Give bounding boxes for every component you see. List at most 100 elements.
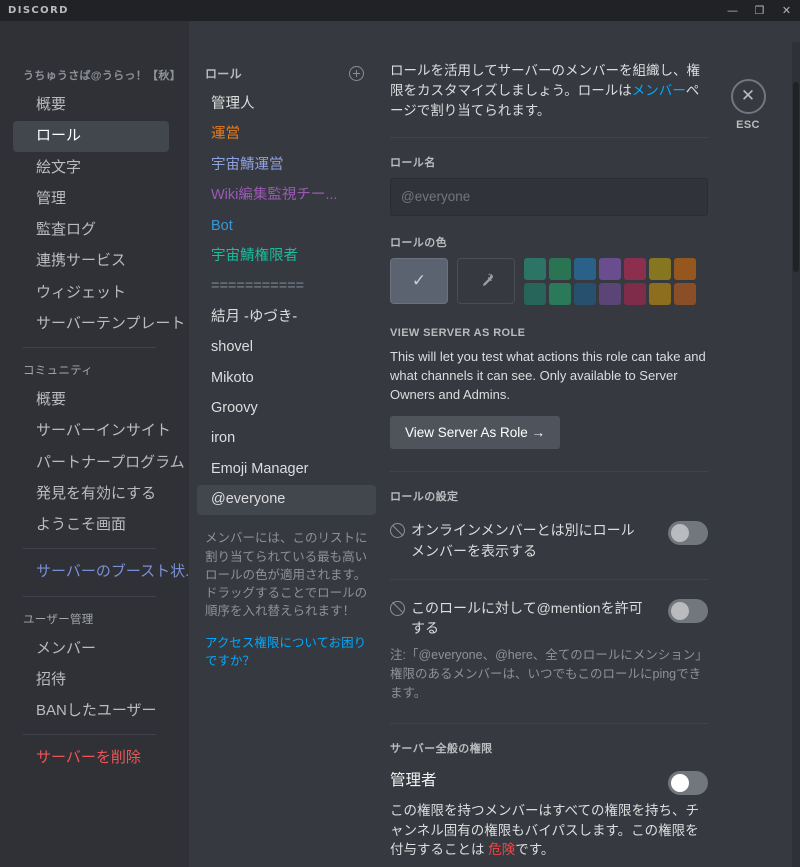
role-list-item[interactable]: @everyone — [197, 485, 376, 516]
sidebar-item[interactable]: 招待 — [13, 665, 169, 695]
roles-list-header: ロール — [189, 61, 384, 90]
role-list-item[interactable]: shovel — [197, 333, 376, 363]
permission-desc-danger: 危険 — [488, 842, 516, 858]
close-icon: ✕ — [730, 79, 766, 114]
divider-2 — [390, 471, 708, 473]
sidebar-item[interactable]: 発見を有効にする — [13, 479, 169, 509]
role-list-item[interactable]: 宇宙鯖運営 — [197, 151, 376, 181]
role-list-item[interactable]: Groovy — [197, 394, 376, 424]
sidebar-item[interactable]: サーバーインサイト — [13, 416, 171, 446]
role-list-item[interactable]: Bot — [197, 212, 376, 242]
toggle-knob — [671, 773, 689, 792]
plus-circle-icon[interactable] — [349, 66, 364, 81]
default-color-swatch[interactable]: ✓ — [390, 257, 448, 304]
role-list-item[interactable]: 運営 — [197, 120, 376, 150]
role-settings-list: オンラインメンバーとは別にロールメンバーを表示するこのロールに対して@menti… — [390, 518, 740, 702]
esc-close-button[interactable]: ✕ ESC — [718, 79, 778, 131]
role-list-item[interactable]: =========== — [197, 272, 376, 302]
main-scrollbar-track[interactable] — [792, 42, 800, 867]
close-window-button[interactable]: ✕ — [773, 0, 800, 21]
sidebar-item[interactable]: 連携サービス — [13, 246, 169, 276]
sidebar-item[interactable]: 絵文字 — [13, 153, 169, 183]
role-name-label: ロール名 — [390, 156, 436, 169]
permission-row: 管理者 — [390, 768, 708, 797]
sidebar-item[interactable]: ようこそ画面 — [13, 510, 169, 540]
toggle-switch[interactable] — [668, 770, 708, 795]
view-server-as-role-button[interactable]: View Server As Role → — [390, 416, 561, 450]
role-list-item[interactable]: Emoji Manager — [197, 455, 376, 485]
sidebar-item[interactable]: メンバー — [13, 634, 169, 664]
custom-color-swatch[interactable] — [457, 257, 515, 304]
toggle-switch[interactable] — [668, 598, 708, 623]
permission-desc-after: です。 — [515, 842, 555, 858]
color-swatch[interactable] — [524, 257, 546, 280]
color-swatch[interactable] — [624, 282, 646, 305]
color-swatch[interactable] — [599, 257, 621, 280]
color-swatch[interactable] — [549, 282, 571, 305]
discord-settings-window: DISCORD — ❐ ✕ うちゅうさば@うらっ！【秋】 概要 ロール 絵文字 管理 監査… — [0, 0, 800, 867]
role-setting-row: このロールに対して@mentionを許可する — [390, 596, 708, 641]
view-server-as-role-description: This will let you test what actions this… — [390, 348, 706, 403]
color-swatch[interactable] — [674, 257, 696, 280]
toggle-knob — [671, 601, 689, 620]
esc-label: ESC — [736, 119, 760, 131]
sidebar-item[interactable]: サーバーテンプレート — [13, 309, 185, 339]
settings-body: うちゅうさば@うらっ！【秋】 概要 ロール 絵文字 管理 監査ログ 連携サービス ウィジェット… — [0, 21, 800, 867]
sidebar-item[interactable]: サーバーを削除 — [13, 743, 169, 773]
sidebar-item[interactable]: BANしたユーザー — [13, 696, 169, 726]
color-swatch[interactable] — [674, 282, 696, 305]
role-list-item[interactable]: 宇宙鯖権限者 — [197, 242, 376, 272]
toggle-knob — [671, 524, 689, 543]
role-setting-label: オンラインメンバーとは別にロールメンバーを表示する — [390, 520, 645, 561]
roles-list: 管理人 運営 宇宙鯖運営 Wiki編集監視チー... Bot 宇宙鯖権限者 ========… — [189, 90, 384, 516]
role-list-item[interactable]: Mikoto — [197, 364, 376, 394]
permissions-heading: サーバー全般の権限 — [390, 742, 493, 755]
color-swatch[interactable] — [599, 282, 621, 305]
color-swatch[interactable] — [574, 282, 596, 305]
color-picker: ✓ — [390, 257, 740, 305]
view-server-as-role-section: VIEW SERVER AS ROLE This will let you te… — [390, 326, 740, 450]
color-swatch[interactable] — [624, 257, 646, 280]
roles-intro-text: ロールを活用してサーバーのメンバーを組織し、権限をカスタマイズしましょう。ロール… — [390, 61, 708, 121]
role-name-input[interactable] — [390, 177, 708, 216]
toggle-switch[interactable] — [668, 521, 708, 546]
role-color-label: ロールの色 — [390, 236, 447, 249]
sidebar-nav-list: うちゅうさば@うらっ！【秋】 概要 ロール 絵文字 管理 監査ログ 連携サービス ウィジェット… — [0, 61, 189, 774]
color-swatch[interactable] — [549, 257, 571, 280]
role-list-item[interactable]: 結月 -ゆづき- — [197, 303, 376, 333]
role-list-item[interactable]: 管理人 — [197, 90, 376, 120]
role-list-item[interactable]: iron — [197, 424, 376, 454]
sidebar-item[interactable]: 監査ログ — [13, 215, 169, 245]
minimize-button[interactable]: — — [719, 0, 746, 21]
maximize-button[interactable]: ❐ — [746, 0, 773, 21]
sidebar-item[interactable]: サーバーのブースト状... — [13, 557, 189, 587]
prohibited-icon — [390, 600, 405, 616]
sidebar-item[interactable]: ウィジェット — [13, 278, 169, 308]
role-settings-panel: ロールを活用してサーバーのメンバーを組織し、権限をカスタマイズしましょう。ロール… — [384, 21, 800, 867]
sidebar-item[interactable]: ロール — [13, 121, 169, 152]
eyedropper-icon — [482, 274, 493, 287]
color-swatch[interactable] — [649, 257, 671, 280]
sidebar-group-header: ユーザー管理 — [23, 613, 94, 626]
prohibited-icon — [390, 523, 405, 539]
roles-note: メンバーには、このリストに割り当てられている最も高いロールの色が適用されます。ド… — [205, 531, 368, 618]
sidebar-item[interactable]: 管理 — [13, 184, 169, 214]
roles-help-link[interactable]: アクセス権限についてお困りですか？ — [205, 634, 368, 670]
view-server-as-role-heading: VIEW SERVER AS ROLE — [390, 326, 526, 339]
color-swatch[interactable] — [524, 282, 546, 305]
settings-sidebar: うちゅうさば@うらっ！【秋】 概要 ロール 絵文字 管理 監査ログ 連携サービス ウィジェット… — [0, 21, 189, 867]
sidebar-divider — [23, 548, 156, 550]
permission-description: この権限を持つメンバーはすべての権限を持ち、チャンネル固有の権限もバイパスします… — [390, 801, 708, 861]
members-page-link[interactable]: メンバー — [632, 83, 686, 98]
color-swatch[interactable] — [649, 282, 671, 305]
color-swatch[interactable] — [574, 257, 596, 280]
sidebar-divider — [23, 347, 156, 348]
main-scrollbar-thumb[interactable] — [793, 82, 799, 272]
role-settings-heading: ロールの設定 — [390, 491, 459, 504]
roles-list-title: ロール — [205, 67, 242, 81]
sidebar-item[interactable]: 概要 — [13, 90, 169, 120]
sidebar-item[interactable]: 概要 — [13, 385, 169, 415]
sidebar-item[interactable]: パートナープログラム — [13, 448, 185, 478]
role-list-item[interactable]: Wiki編集監視チー... — [197, 181, 376, 211]
role-setting-text: オンラインメンバーとは別にロールメンバーを表示する — [411, 522, 635, 559]
